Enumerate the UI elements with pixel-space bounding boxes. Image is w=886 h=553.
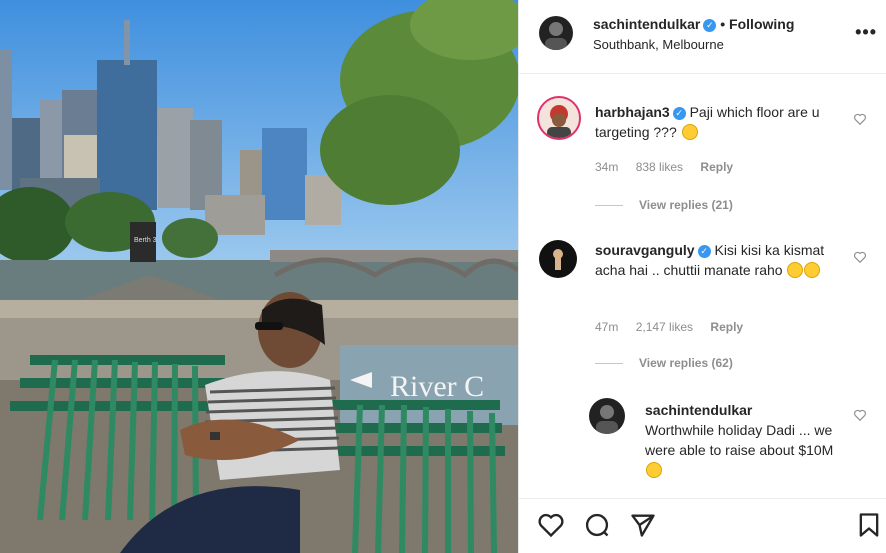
- comment-like-heart-icon[interactable]: [853, 112, 867, 126]
- winking-tongue-emoji-icon: [681, 124, 698, 140]
- comment-avatar-image: [547, 105, 571, 138]
- comment-icon[interactable]: [583, 511, 611, 539]
- comment-avatar-image: [553, 249, 563, 270]
- verified-badge-icon: ✓: [697, 245, 711, 258]
- reply-avatar[interactable]: [589, 398, 625, 434]
- post-action-bar: [519, 498, 886, 553]
- comment-meta: 47m 2,147 likes Reply: [595, 320, 757, 334]
- reply-body: sachintendulkar Worthwhile holiday Dadi …: [645, 400, 845, 480]
- paper-plane-icon[interactable]: [629, 511, 657, 539]
- author-avatar[interactable]: [539, 16, 573, 50]
- reply-avatar-image: [596, 405, 618, 434]
- comment-time: 34m: [595, 160, 619, 174]
- author-line: sachintendulkar ✓ • Following: [593, 16, 794, 32]
- comment-username[interactable]: souravganguly: [595, 242, 695, 258]
- verified-badge-icon: ✓: [672, 107, 686, 120]
- reply-like-heart-icon[interactable]: [853, 408, 867, 422]
- post-photo[interactable]: Berth 3 River C: [0, 0, 518, 553]
- view-replies-label: View replies (62): [639, 356, 733, 370]
- view-replies-button[interactable]: View replies (62): [595, 356, 733, 370]
- verified-badge-icon: ✓: [703, 19, 717, 32]
- more-options-icon[interactable]: •••: [855, 22, 877, 43]
- author-username[interactable]: sachintendulkar: [593, 16, 700, 32]
- comment-likes[interactable]: 838 likes: [636, 160, 683, 174]
- reply-button[interactable]: Reply: [710, 320, 743, 334]
- heart-icon[interactable]: [537, 511, 565, 539]
- comment-body: souravganguly ✓ Kisi kisi ka kismat acha …: [595, 240, 847, 280]
- view-replies-label: View replies (21): [639, 198, 733, 212]
- comment-username[interactable]: harbhajan3: [595, 104, 670, 120]
- comment-meta: 34m 838 likes Reply: [595, 160, 747, 174]
- comment-like-heart-icon[interactable]: [853, 250, 867, 264]
- reply-button[interactable]: Reply: [700, 160, 733, 174]
- smiling-emoji-icon: [804, 262, 821, 278]
- comment-avatar[interactable]: [537, 96, 581, 140]
- comment-time: 47m: [595, 320, 619, 334]
- replies-divider: [595, 205, 623, 207]
- comment-avatar[interactable]: [539, 240, 577, 278]
- reply-text: Worthwhile holiday Dadi ... we were able…: [645, 422, 834, 458]
- replies-divider: [595, 363, 623, 365]
- laughing-emoji-icon: [787, 262, 804, 278]
- reply-username[interactable]: sachintendulkar: [645, 402, 752, 418]
- comments-panel: sachintendulkar ✓ • Following Southbank, …: [518, 0, 886, 553]
- view-replies-button[interactable]: View replies (21): [595, 198, 733, 212]
- comment-body: harbhajan3 ✓ Paji which floor are u targe…: [595, 102, 845, 142]
- comment-likes[interactable]: 2,147 likes: [636, 320, 693, 334]
- post-header: sachintendulkar ✓ • Following Southbank, …: [519, 0, 886, 74]
- post-photo-illustration: Berth 3 River C: [0, 0, 518, 553]
- smiling-emoji-icon: [646, 462, 662, 478]
- river-sign-text: River C: [390, 370, 484, 403]
- author-avatar-image: [545, 22, 567, 50]
- post-location[interactable]: Southbank, Melbourne: [593, 37, 724, 52]
- bookmark-icon[interactable]: [855, 511, 883, 539]
- follow-status[interactable]: • Following: [720, 16, 794, 32]
- berth-sign-text: Berth 3: [134, 237, 157, 244]
